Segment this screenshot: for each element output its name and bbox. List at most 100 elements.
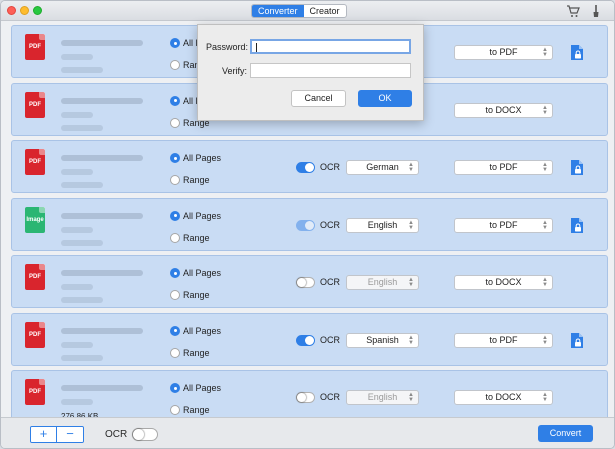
ocr-label: OCR bbox=[320, 219, 340, 230]
file-row[interactable]: PDF All Pages Range OCR English ▲ ▼ to D… bbox=[11, 255, 608, 308]
global-ocr-toggle[interactable] bbox=[132, 428, 158, 441]
pdf-file-icon: PDF bbox=[25, 91, 45, 118]
verify-field[interactable] bbox=[250, 63, 411, 78]
convert-button[interactable]: Convert bbox=[538, 425, 593, 442]
file-row[interactable]: PDF All Pages Range OCR German ▲ ▼ to PD… bbox=[11, 140, 608, 193]
output-format-select[interactable]: to PDF ▲ ▼ bbox=[454, 217, 553, 233]
output-format-select[interactable]: to PDF ▲ ▼ bbox=[454, 160, 553, 175]
bottom-bar: + − OCR Convert bbox=[1, 417, 614, 448]
password-lock-icon[interactable] bbox=[570, 44, 584, 61]
range-radio[interactable] bbox=[170, 60, 180, 70]
chevron-updown-icon: ▲ ▼ bbox=[542, 392, 548, 403]
range-option[interactable]: Range bbox=[170, 347, 210, 358]
all-pages-radio[interactable] bbox=[170, 95, 180, 106]
minimize-window-button[interactable] bbox=[20, 6, 29, 15]
all-pages-radio[interactable] bbox=[170, 210, 180, 221]
file-size-blurred bbox=[61, 354, 103, 361]
cart-icon[interactable] bbox=[566, 4, 580, 18]
ocr-label: OCR bbox=[320, 334, 340, 345]
chevron-updown-icon: ▲ ▼ bbox=[408, 392, 414, 403]
all-pages-option[interactable]: All Pages bbox=[170, 153, 221, 163]
file-size-blurred bbox=[61, 67, 103, 73]
file-row[interactable]: Image All Pages Range OCR English ▲ ▼ to… bbox=[11, 197, 608, 251]
file-row[interactable]: PDF 276.86 KB All Pages Range OCR Englis… bbox=[11, 370, 608, 417]
chevron-updown-icon: ▲ ▼ bbox=[542, 104, 548, 116]
page-count-blurred bbox=[61, 54, 93, 60]
pdf-file-icon: PDF bbox=[25, 264, 45, 290]
range-option[interactable]: Range bbox=[170, 405, 210, 415]
ocr-toggle[interactable] bbox=[296, 277, 315, 288]
password-lock-icon[interactable] bbox=[570, 217, 584, 234]
ocr-label: OCR bbox=[320, 162, 340, 172]
add-file-button[interactable]: + bbox=[31, 427, 57, 442]
chevron-updown-icon: ▲ ▼ bbox=[408, 162, 414, 173]
all-pages-radio[interactable] bbox=[170, 383, 180, 393]
all-pages-label: All Pages bbox=[183, 153, 222, 163]
output-format-select[interactable]: to PDF ▲ ▼ bbox=[454, 45, 553, 60]
range-option[interactable]: Range bbox=[170, 290, 210, 300]
range-option[interactable]: Range bbox=[170, 232, 210, 243]
file-row[interactable]: PDF All Pages Range OCR Spanish ▲ ▼ to P… bbox=[11, 312, 608, 366]
file-meta bbox=[61, 320, 151, 364]
tab-creator[interactable]: Creator bbox=[304, 5, 346, 17]
password-dialog: Password: Verify: Cancel OK bbox=[197, 24, 424, 121]
image-file-icon: Image bbox=[25, 206, 45, 233]
page-count-blurred bbox=[61, 169, 93, 175]
password-field[interactable] bbox=[250, 39, 411, 54]
remove-file-button[interactable]: − bbox=[57, 427, 83, 442]
all-pages-option[interactable]: All Pages bbox=[170, 210, 222, 221]
file-meta bbox=[61, 205, 151, 249]
file-size-blurred bbox=[61, 239, 103, 246]
close-window-button[interactable] bbox=[7, 6, 16, 15]
all-pages-radio[interactable] bbox=[170, 38, 180, 48]
brush-icon[interactable] bbox=[589, 4, 603, 18]
all-pages-radio[interactable] bbox=[170, 153, 180, 163]
all-pages-radio[interactable] bbox=[170, 325, 180, 336]
ocr-language-select[interactable]: Spanish ▲ ▼ bbox=[346, 332, 419, 348]
all-pages-option[interactable]: All Pages bbox=[170, 268, 221, 278]
range-option[interactable]: Range bbox=[170, 175, 210, 185]
range-radio[interactable] bbox=[170, 290, 180, 300]
all-pages-option[interactable]: All Pages bbox=[170, 325, 221, 336]
range-radio[interactable] bbox=[170, 117, 180, 128]
output-format-select[interactable]: to DOCX ▲ ▼ bbox=[454, 102, 553, 118]
all-pages-label: All Pages bbox=[183, 383, 222, 393]
cancel-button[interactable]: Cancel bbox=[291, 90, 346, 107]
range-radio[interactable] bbox=[170, 347, 180, 358]
output-format-select[interactable]: to DOCX ▲ ▼ bbox=[454, 275, 553, 290]
chevron-updown-icon: ▲ ▼ bbox=[542, 162, 548, 173]
ok-button[interactable]: OK bbox=[358, 90, 412, 107]
password-label: Password: bbox=[206, 42, 249, 52]
file-name-blurred bbox=[61, 385, 143, 391]
output-format-select[interactable]: to PDF ▲ ▼ bbox=[454, 332, 553, 348]
all-pages-option[interactable]: All Pages bbox=[170, 383, 221, 393]
ocr-toggle[interactable] bbox=[296, 162, 315, 173]
ocr-toggle[interactable] bbox=[296, 392, 315, 403]
chevron-updown-icon: ▲ ▼ bbox=[408, 219, 414, 231]
file-size-blurred bbox=[61, 182, 103, 188]
pdf-file-icon: PDF bbox=[25, 149, 45, 175]
all-pages-radio[interactable] bbox=[170, 268, 180, 278]
global-ocr-label: OCR bbox=[105, 429, 128, 440]
password-lock-icon[interactable] bbox=[570, 332, 584, 349]
ocr-language-select[interactable]: English ▲ ▼ bbox=[346, 275, 419, 290]
chevron-updown-icon: ▲ ▼ bbox=[542, 277, 548, 288]
zoom-window-button[interactable] bbox=[33, 6, 42, 15]
range-label: Range bbox=[183, 232, 210, 243]
ocr-toggle[interactable] bbox=[296, 334, 315, 346]
ocr-language-select[interactable]: English ▲ ▼ bbox=[346, 217, 419, 233]
chevron-updown-icon: ▲ ▼ bbox=[542, 334, 548, 346]
ocr-toggle[interactable] bbox=[296, 219, 315, 231]
file-name-blurred bbox=[61, 97, 143, 104]
range-radio[interactable] bbox=[170, 232, 180, 243]
range-radio[interactable] bbox=[170, 175, 180, 185]
ocr-language-select[interactable]: English ▲ ▼ bbox=[346, 390, 419, 405]
pdf-file-icon: PDF bbox=[25, 379, 45, 405]
tab-converter[interactable]: Converter bbox=[252, 5, 304, 17]
all-pages-label: All Pages bbox=[183, 210, 222, 221]
range-radio[interactable] bbox=[170, 405, 180, 415]
output-format-select[interactable]: to DOCX ▲ ▼ bbox=[454, 390, 553, 405]
file-name-blurred bbox=[61, 270, 143, 276]
ocr-language-select[interactable]: German ▲ ▼ bbox=[346, 160, 419, 175]
password-lock-icon[interactable] bbox=[570, 159, 584, 176]
